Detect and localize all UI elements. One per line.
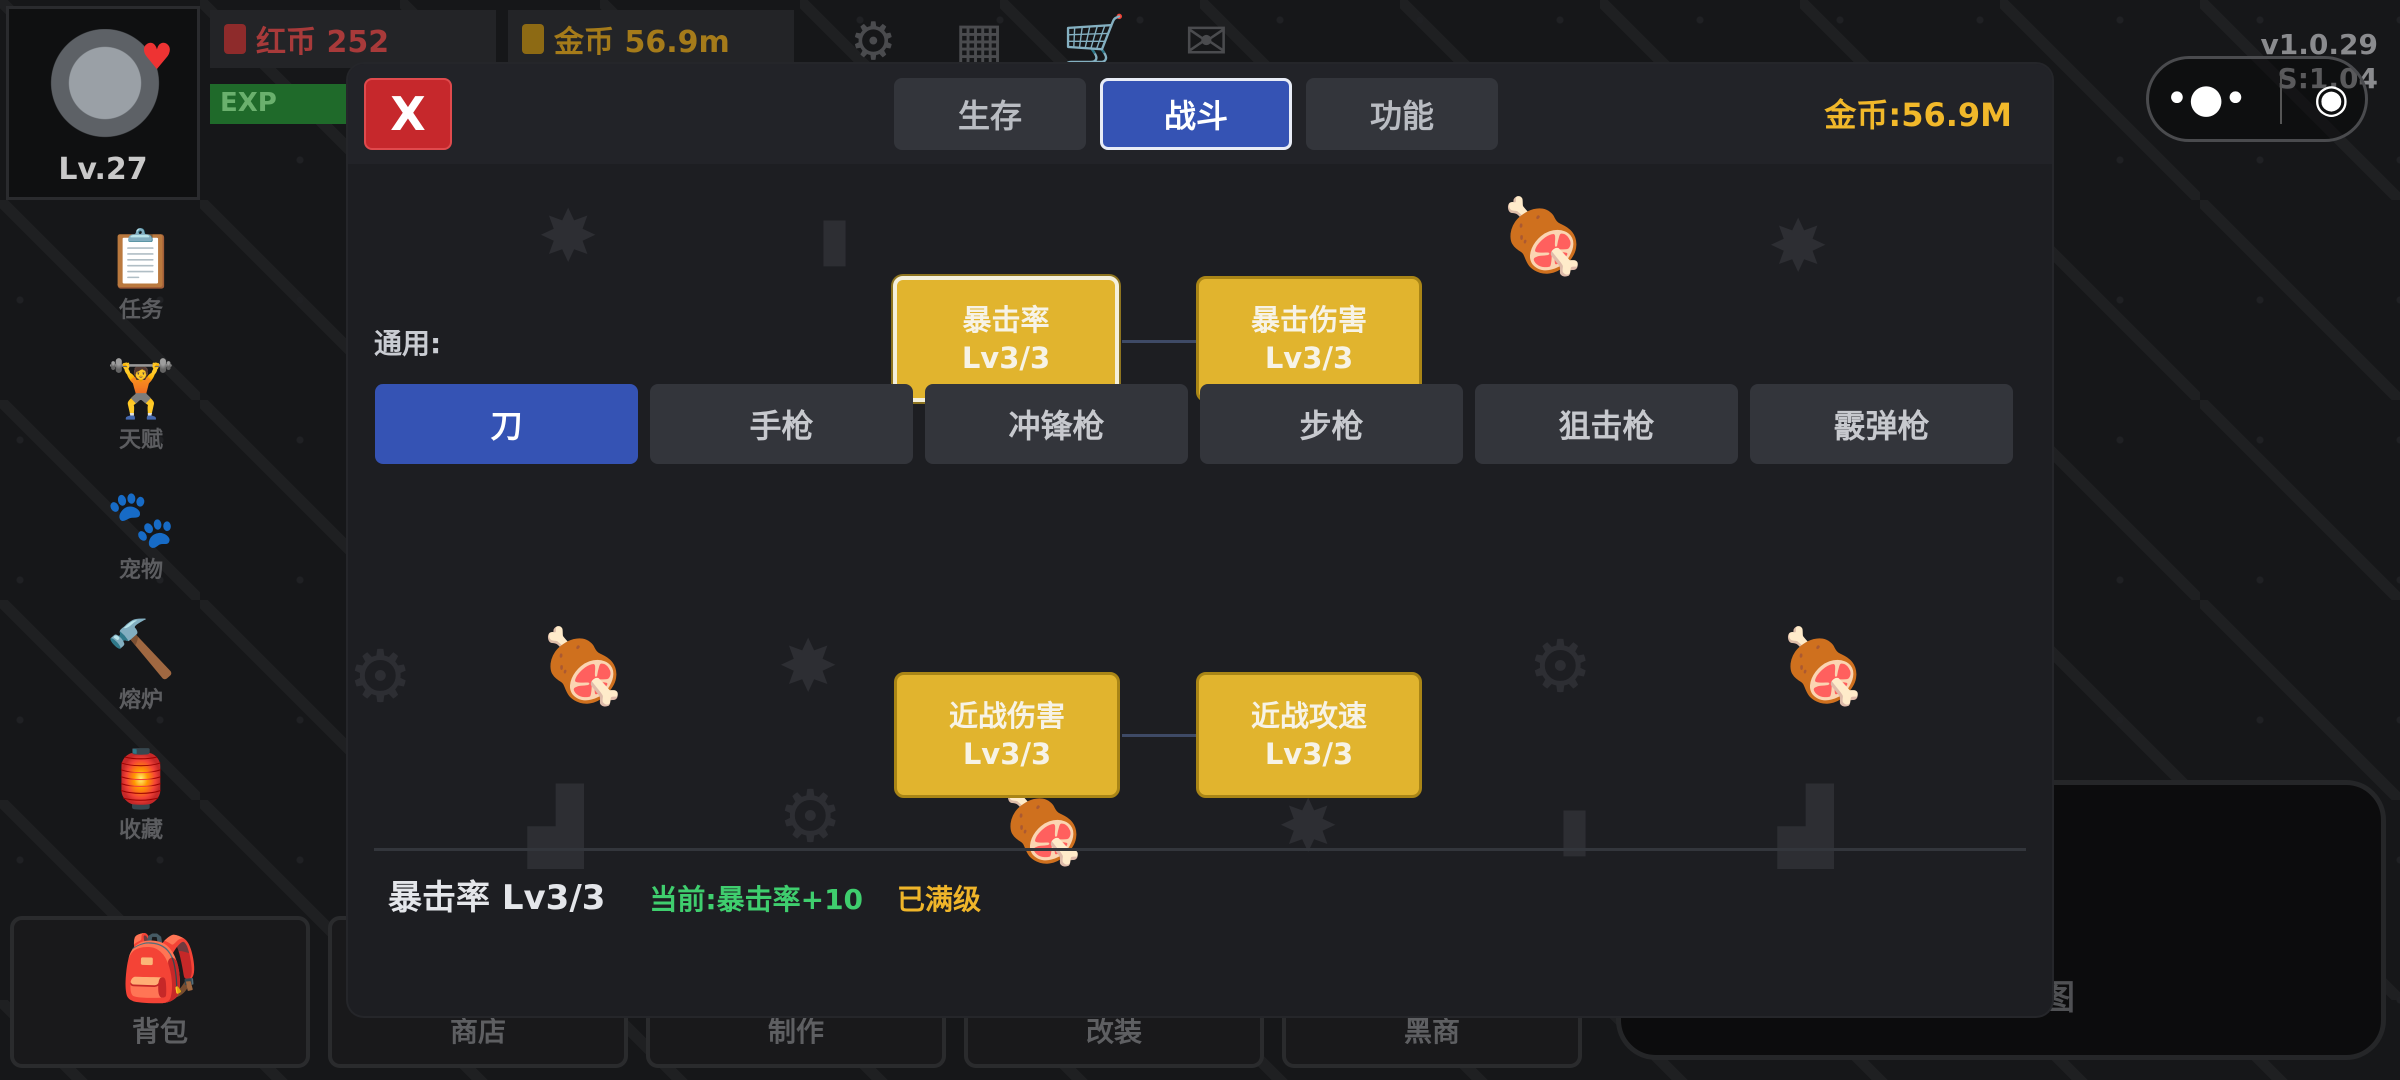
bottom-item-label: 制作 [767,1015,824,1048]
capsule-divider [2279,74,2282,124]
skill-node-level: Lv3/3 [1264,341,1354,375]
skill-node-name: 近战攻速 [1250,699,1367,733]
armor-icon: ▟ [1778,784,1834,868]
tab-survival[interactable]: 生存 [894,78,1086,150]
gold-balance: 金币:56.9M [1824,96,2012,134]
exp-label: EXP [220,88,277,118]
more-dots-icon[interactable]: •●• [2165,76,2247,122]
bottom-item-label: 背包 [131,1015,188,1048]
category-shotgun[interactable]: 霰弹枪 [1750,384,2013,464]
skill-connector [1122,340,1198,343]
tab-function[interactable]: 功能 [1306,78,1498,150]
skill-node-melee-damage[interactable]: 近战伤害 Lv3/3 [894,672,1120,798]
sidebar-item-label: 宠物 [118,558,163,583]
heart-icon: ♥ [140,37,173,78]
modal-body: ✸ ▮ 🍖 ✸ ⚙ 🍖 ✸ ⚙ 🍖 ▟ ⚙ 🍖 ✸ ▮ ▟ 通用: 暴击率 Lv… [348,164,2052,912]
sidebar-item-tasks[interactable]: 📋 任务 [106,228,176,324]
skill-node-level: Lv3/3 [961,341,1051,375]
category-smg[interactable]: 冲锋枪 [925,384,1188,464]
category-knife[interactable]: 刀 [375,384,638,464]
paw-icon: 🐾 [106,487,176,552]
bottom-item-label: 商店 [449,1015,506,1048]
category-sniper[interactable]: 狙击枪 [1475,384,1738,464]
hammer-icon: 🔨 [106,617,176,682]
detail-current-effect: 当前:暴击率+10 [649,883,864,916]
bullet-icon: ▮ [818,204,852,274]
armor-icon: ▟ [528,784,584,868]
gear-decor-icon: ⚙ [778,774,843,858]
modal-header: X 生存 战斗 功能 金币:56.9M [348,64,2052,164]
red-coin-icon [224,24,246,54]
player-level: Lv.27 [58,152,148,187]
sidebar-item-pet[interactable]: 🐾 宠物 [106,488,176,584]
tab-combat[interactable]: 战斗 [1100,78,1292,150]
bottom-item-label: 黑商 [1403,1015,1460,1048]
gear-decor-icon: ⚙ [1528,624,1593,708]
skill-node-name: 近战伤害 [948,699,1065,733]
talent-modal: X 生存 战斗 功能 金币:56.9M ✸ ▮ 🍖 ✸ ⚙ 🍖 ✸ ⚙ 🍖 ▟ … [348,64,2052,1016]
close-button[interactable]: X [364,78,452,150]
dumbbell-icon: 🏋 [106,357,176,422]
debris-icon: ✸ [538,194,599,278]
bottom-item-label: 改装 [1085,1015,1142,1048]
clipboard-check-icon: 📋 [106,227,176,292]
weapon-category-row: 刀 手枪 冲锋枪 步枪 狙击枪 霰弹枪 [375,384,2013,464]
skill-node-name: 暴击率 [962,303,1050,337]
category-pistol[interactable]: 手枪 [650,384,913,464]
debris-icon: ✸ [778,624,839,708]
sidebar-item-collection[interactable]: 🏮 收藏 [106,748,176,844]
close-circle-icon[interactable]: ◉ [2314,76,2349,122]
sidebar-item-label: 收藏 [118,818,163,843]
skill-connector [1122,734,1198,737]
backpack-icon: 🎒 [120,932,200,1006]
gold-coin-counter: 金币 56.9m [508,10,794,68]
red-coin-label: 红币 252 [256,25,390,60]
detail-status: 已满级 [897,883,982,916]
bottom-item-backpack[interactable]: 🎒 背包 [10,916,310,1068]
general-label: 通用: [374,327,442,360]
gear-decor-icon: ⚙ [348,634,413,718]
sidebar-item-label: 熔炉 [118,688,163,713]
meat-icon: 🍖 [538,624,628,708]
skill-node-melee-speed[interactable]: 近战攻速 Lv3/3 [1196,672,1422,798]
sidebar-item-furnace[interactable]: 🔨 熔炉 [106,618,176,714]
skill-node-name: 暴击伤害 [1250,303,1367,337]
skill-node-level: Lv3/3 [962,737,1052,771]
exp-bar: EXP [210,84,360,124]
meat-icon: 🍖 [1778,624,1868,708]
collection-icon: 🏮 [106,747,176,812]
detail-skill-name: 暴击率 Lv3/3 [388,878,606,918]
skill-node-level: Lv3/3 [1264,737,1354,771]
gold-coin-label: 金币 56.9m [554,25,730,60]
miniprogram-capsule: •●• ◉ [2146,56,2368,142]
skill-detail: 暴击率 Lv3/3 当前:暴击率+10 已满级 [388,870,981,919]
sidebar-item-label: 任务 [118,298,163,323]
gold-coin-icon [522,24,544,54]
player-avatar[interactable]: ♥ Lv.27 [6,6,200,200]
sidebar-item-talent[interactable]: 🏋 天赋 [106,358,176,454]
category-rifle[interactable]: 步枪 [1200,384,1463,464]
bullet-icon: ▮ [1558,794,1592,864]
side-nav: 📋 任务 🏋 天赋 🐾 宠物 🔨 熔炉 🏮 收藏 [96,228,186,844]
red-coin-counter: 红币 252 [210,10,496,68]
sidebar-item-label: 天赋 [118,428,163,453]
detail-divider [374,848,2026,851]
meat-icon: 🍖 [1498,194,1588,278]
modal-tabs: 生存 战斗 功能 [894,78,1498,150]
debris-icon: ✸ [1768,204,1829,288]
